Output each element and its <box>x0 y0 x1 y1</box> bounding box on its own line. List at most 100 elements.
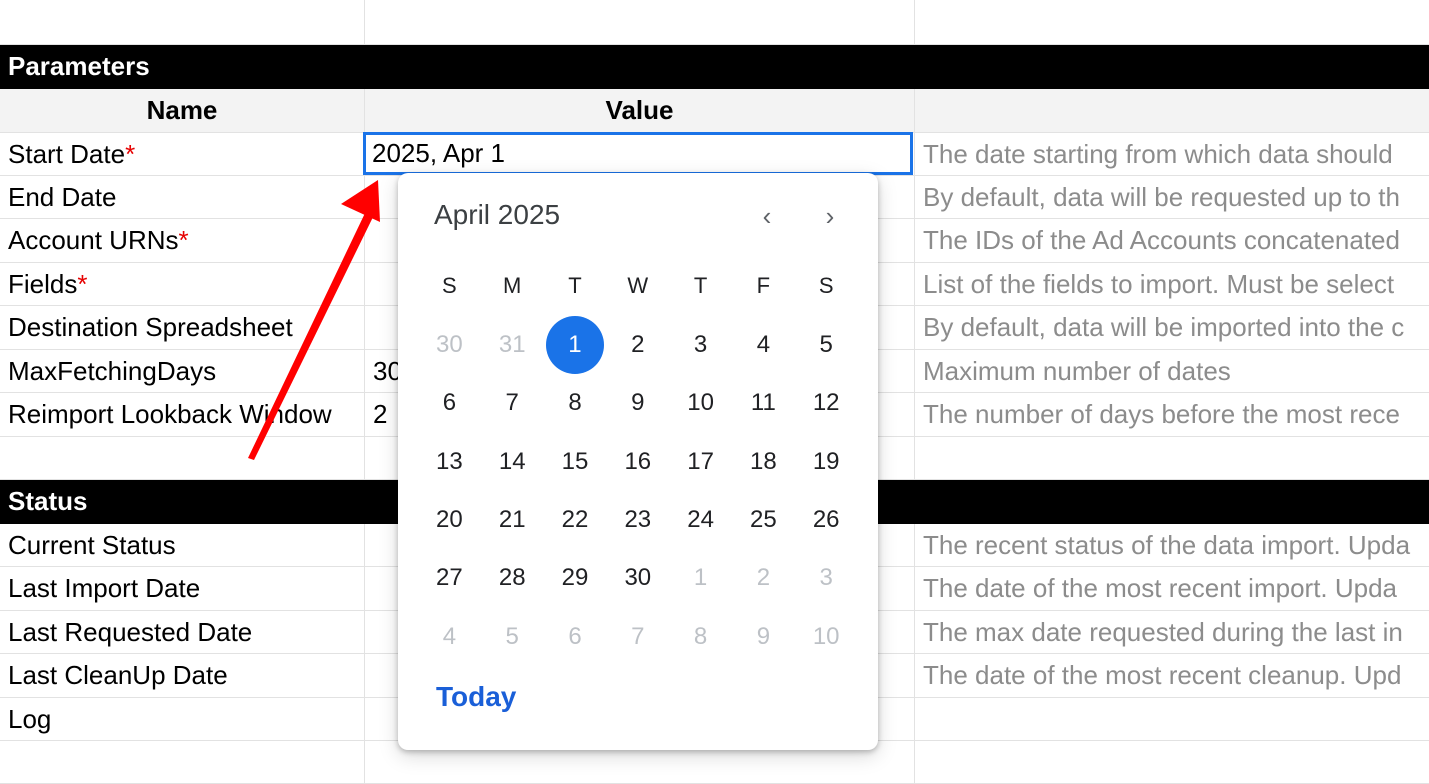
calendar-day[interactable]: 17 <box>669 433 732 491</box>
calendar-week-row: 20 21 22 23 24 25 26 <box>418 491 858 549</box>
calendar-day[interactable]: 30 <box>606 549 669 607</box>
calendar-day[interactable]: 12 <box>795 374 858 432</box>
parameter-name-cell[interactable]: Account URNs * <box>0 219 365 263</box>
grid-cell[interactable] <box>0 437 365 480</box>
weekday-label: S <box>442 273 457 298</box>
parameter-name: Destination Spreadsheet <box>8 312 293 342</box>
grid-cell[interactable] <box>915 741 1429 784</box>
calendar-day[interactable]: 16 <box>606 433 669 491</box>
parameter-description-cell[interactable]: By default, data will be imported into t… <box>915 306 1429 350</box>
parameter-name-cell[interactable]: Start Date * <box>0 133 365 176</box>
parameter-name-cell[interactable]: MaxFetchingDays <box>0 350 365 393</box>
blank-row <box>0 0 1429 45</box>
calendar-day[interactable]: 7 <box>606 608 669 666</box>
calendar-day[interactable]: 19 <box>795 433 858 491</box>
parameter-description-cell[interactable]: By default, data will be requested up to… <box>915 176 1429 219</box>
calendar-day[interactable]: 23 <box>606 491 669 549</box>
calendar-day[interactable]: 6 <box>418 374 481 432</box>
calendar-day[interactable]: 13 <box>418 433 481 491</box>
parameter-name-cell[interactable]: Reimport Lookback Window <box>0 393 365 437</box>
status-name-cell[interactable]: Last CleanUp Date <box>0 654 365 698</box>
status-description-cell[interactable]: The date of the most recent import. Upda <box>915 567 1429 611</box>
grid-cell[interactable] <box>365 0 915 45</box>
calendar-day[interactable]: 3 <box>669 316 732 374</box>
calendar-day[interactable]: 4 <box>418 608 481 666</box>
calendar-day[interactable]: 31 <box>481 316 544 374</box>
parameter-description-cell[interactable]: List of the fields to import. Must be se… <box>915 263 1429 306</box>
chevron-left-icon[interactable]: ‹ <box>750 199 784 233</box>
calendar-day[interactable]: 2 <box>606 316 669 374</box>
status-name-cell[interactable]: Last Requested Date <box>0 611 365 654</box>
description-column-header[interactable] <box>915 89 1429 133</box>
status-description-cell[interactable]: The max date requested during the last i… <box>915 611 1429 654</box>
calendar-day[interactable]: 10 <box>669 374 732 432</box>
calendar-day[interactable]: 30 <box>418 316 481 374</box>
calendar-day[interactable]: 27 <box>418 549 481 607</box>
calendar-day[interactable]: 10 <box>795 608 858 666</box>
calendar-day[interactable]: 24 <box>669 491 732 549</box>
calendar-week-row: 4 5 6 7 8 9 10 <box>418 608 858 666</box>
calendar-week-row: 6 7 8 9 10 11 12 <box>418 374 858 432</box>
parameter-name-cell[interactable]: Destination Spreadsheet <box>0 306 365 350</box>
calendar-week-row: 13 14 15 16 17 18 19 <box>418 433 858 491</box>
parameter-description-cell[interactable]: The IDs of the Ad Accounts concatenated <box>915 219 1429 263</box>
calendar-day[interactable]: 26 <box>795 491 858 549</box>
calendar-day[interactable]: 20 <box>418 491 481 549</box>
calendar-day[interactable]: 14 <box>481 433 544 491</box>
weekday-header: SMTWTFS <box>418 257 858 315</box>
calendar-day[interactable]: 1 <box>669 549 732 607</box>
section-title[interactable]: Parameters <box>0 45 1429 89</box>
parameter-name-cell[interactable]: End Date <box>0 176 365 219</box>
grid-cell[interactable] <box>0 0 365 45</box>
weekday-label: T <box>568 273 582 298</box>
name-column-header[interactable]: Name <box>0 89 365 133</box>
value-column-header[interactable]: Value <box>365 89 915 133</box>
calendar-day[interactable]: 9 <box>732 608 795 666</box>
status-name-cell[interactable]: Last Import Date <box>0 567 365 611</box>
calendar-week-row: 30 31 1 2 3 4 5 <box>418 316 858 374</box>
calendar-day[interactable]: 11 <box>732 374 795 432</box>
status-description-cell[interactable] <box>915 698 1429 741</box>
status-name-cell[interactable]: Current Status <box>0 524 365 567</box>
calendar-day[interactable]: 2 <box>732 549 795 607</box>
required-marker: * <box>125 138 136 169</box>
parameter-description-cell[interactable]: The number of days before the most rece <box>915 393 1429 437</box>
start-date-value-cell[interactable]: 2025, Apr 1 <box>363 132 913 175</box>
status-description-cell[interactable]: The recent status of the data import. Up… <box>915 524 1429 567</box>
calendar-day[interactable]: 3 <box>795 549 858 607</box>
parameter-description-cell[interactable]: Maximum number of dates <box>915 350 1429 393</box>
calendar-day-selected[interactable]: 1 <box>544 316 607 374</box>
parameters-section-row: Parameters <box>0 45 1429 89</box>
calendar-day[interactable]: 5 <box>795 316 858 374</box>
status-name-cell[interactable]: Log <box>0 698 365 741</box>
weekday-label: W <box>627 273 649 298</box>
parameter-description-cell[interactable]: The date starting from which data should <box>915 133 1429 176</box>
grid-cell[interactable] <box>915 437 1429 480</box>
calendar-day[interactable]: 7 <box>481 374 544 432</box>
calendar-day[interactable]: 9 <box>606 374 669 432</box>
calendar-day[interactable]: 4 <box>732 316 795 374</box>
calendar-day[interactable]: 8 <box>669 608 732 666</box>
calendar-day[interactable]: 29 <box>544 549 607 607</box>
chevron-right-icon[interactable]: › <box>813 199 847 233</box>
parameter-name: Start Date <box>8 138 126 169</box>
weekday-label: T <box>693 273 708 298</box>
today-button[interactable]: Today <box>436 681 516 713</box>
parameter-name-cell[interactable]: Fields * <box>0 263 365 306</box>
weekday-label: S <box>818 273 834 298</box>
calendar-day[interactable]: 6 <box>544 608 607 666</box>
grid-cell[interactable] <box>0 741 365 784</box>
calendar-day[interactable]: 28 <box>481 549 544 607</box>
calendar-day[interactable]: 21 <box>481 491 544 549</box>
status-description-cell[interactable]: The date of the most recent cleanup. Upd <box>915 654 1429 698</box>
calendar-week-row: 27 28 29 30 1 2 3 <box>418 549 858 607</box>
calendar-day[interactable]: 22 <box>544 491 607 549</box>
grid-cell[interactable] <box>915 0 1429 45</box>
calendar-day[interactable]: 5 <box>481 608 544 666</box>
calendar-day[interactable]: 8 <box>544 374 607 432</box>
calendar-day[interactable]: 18 <box>732 433 795 491</box>
calendar-day[interactable]: 15 <box>544 433 607 491</box>
column-header-row: Name Value <box>0 89 1429 133</box>
parameter-name: MaxFetchingDays <box>8 355 217 386</box>
calendar-day[interactable]: 25 <box>732 491 795 549</box>
